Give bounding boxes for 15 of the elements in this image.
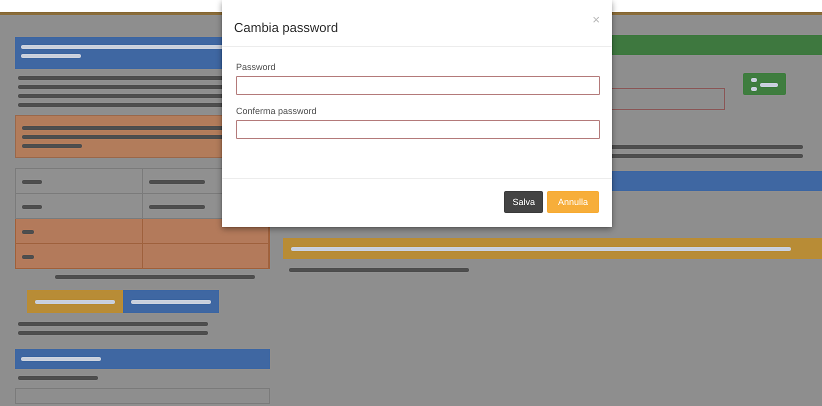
blurred-text-drawing [148, 202, 204, 211]
save-button[interactable]: Salva [504, 191, 543, 213]
blurred-text-drawing [22, 202, 42, 211]
input-field[interactable] [236, 76, 600, 95]
blurred-text-drawing [751, 75, 757, 93]
cancel-button[interactable]: Annulla [546, 191, 599, 213]
field-label: Conferma password [236, 106, 318, 116]
blurred-text-drawing [22, 227, 34, 236]
input-field[interactable] [236, 120, 600, 139]
blurred-text-drawing [148, 177, 204, 186]
blurred-text-drawing [22, 252, 34, 261]
dialog-title: Cambia password [234, 20, 338, 35]
field-label: Password [236, 62, 277, 72]
blurred-text-drawing [22, 177, 42, 186]
close-button[interactable]: × [592, 12, 600, 27]
